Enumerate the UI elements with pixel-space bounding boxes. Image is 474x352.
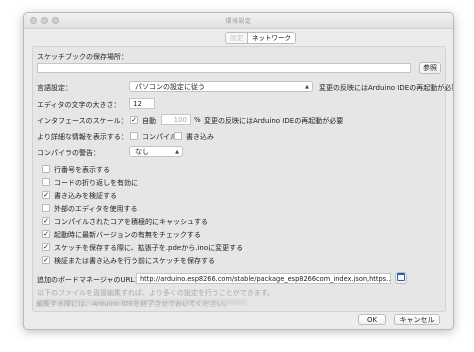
edit-urls-button[interactable] — [395, 272, 407, 284]
settings-panel: スケッチブックの保存場所： 参照 言語設定： パソコンの設定に従う ▲ 変更の反… — [32, 46, 453, 312]
font-size-label: エディタの文字の大きさ： — [37, 101, 121, 109]
option-checkbox-5[interactable]: ✓ — [42, 230, 50, 238]
tab-settings[interactable]: 設定 — [226, 33, 248, 43]
window-title: 環境設定 — [225, 18, 252, 25]
option-checkbox-6[interactable]: ✓ — [42, 243, 50, 251]
window-icon — [397, 273, 405, 281]
option-checkbox-4[interactable]: ✓ — [42, 217, 50, 225]
browse-button[interactable]: 参照 — [419, 62, 441, 74]
title-bar: 環境設定 — [24, 13, 453, 29]
board-manager-urls-input[interactable]: http://arduino.esp8266.com/stable/packag… — [136, 273, 391, 284]
language-label: 言語設定： — [37, 84, 72, 92]
preferences-window: 環境設定 設定 ネットワーク スケッチブックの保存場所： 参照 言語設定： パソ… — [23, 12, 454, 330]
board-manager-urls-label: 追加のボードマネージャのURL： — [37, 276, 142, 284]
verbose-label: より詳細な情報を表示する： — [37, 133, 128, 141]
verbose-compile-label: コンパイル — [142, 133, 177, 141]
cancel-button[interactable]: キャンセル — [394, 314, 440, 325]
option-label-5: 起動時に最新バージョンの有無をチェックする — [54, 231, 201, 239]
option-label-4: コンパイルされたコアを積極的にキャッシュする — [54, 218, 208, 226]
option-checkbox-2[interactable]: ✓ — [42, 191, 50, 199]
option-checkbox-0[interactable] — [42, 165, 50, 173]
option-label-1: コードの折り返しを有効に — [54, 179, 138, 187]
scale-percent-input[interactable]: 100 — [161, 114, 191, 125]
compiler-warnings-value: なし — [135, 148, 149, 156]
chevron-updown-icon: ▲ — [175, 149, 179, 155]
scale-percent-unit: % — [194, 116, 201, 124]
option-label-3: 外部のエディタを使用する — [54, 205, 138, 213]
option-label-7: 検証または書き込みを行う前にスケッチを保存する — [54, 257, 215, 265]
compiler-warnings-select[interactable]: なし ▲ — [129, 146, 183, 157]
verbose-upload-checkbox[interactable] — [174, 132, 182, 140]
option-checkbox-7[interactable]: ✓ — [42, 256, 50, 264]
scale-restart-note: 変更の反映にはArduino IDEの再起動が必要 — [204, 117, 344, 125]
scale-auto-label: 自動 — [142, 117, 156, 125]
language-value: パソコンの設定に従う — [135, 83, 205, 91]
option-label-6: スケッチを保存する際に、拡張子を.pdeから.inoに変更する — [54, 244, 244, 252]
language-restart-note: 変更の反映にはArduino IDEの再起動が必要 — [319, 84, 454, 92]
verbose-upload-label: 書き込み — [186, 133, 214, 141]
direct-edit-hint: 以下のファイルを直接編集すれば、より多くの設定を行うことができます。 — [37, 289, 275, 297]
language-select[interactable]: パソコンの設定に従う ▲ — [129, 81, 313, 92]
restart-hint: 編集する際には、Arduino IDEを終了させておいてください。 — [36, 300, 231, 308]
option-label-2: 書き込みを検証する — [54, 192, 117, 200]
compiler-warnings-label: コンパイラの警告： — [37, 149, 100, 157]
scale-label: インタフェースのスケール： — [37, 117, 128, 125]
verbose-compile-checkbox[interactable] — [130, 132, 138, 140]
sketchbook-path-input[interactable] — [37, 63, 411, 73]
option-label-0: 行番号を表示する — [54, 166, 110, 174]
tab-network[interactable]: ネットワーク — [248, 33, 295, 43]
tab-bar: 設定 ネットワーク — [225, 32, 296, 44]
font-size-input[interactable]: 12 — [129, 98, 155, 109]
option-checkbox-3[interactable] — [42, 204, 50, 212]
option-checkbox-1[interactable] — [42, 178, 50, 186]
chevron-updown-icon: ▲ — [305, 84, 309, 90]
scale-auto-checkbox[interactable]: ✓ — [130, 116, 138, 124]
ok-button[interactable]: OK — [358, 314, 386, 325]
sketchbook-label: スケッチブックの保存場所： — [37, 53, 128, 61]
